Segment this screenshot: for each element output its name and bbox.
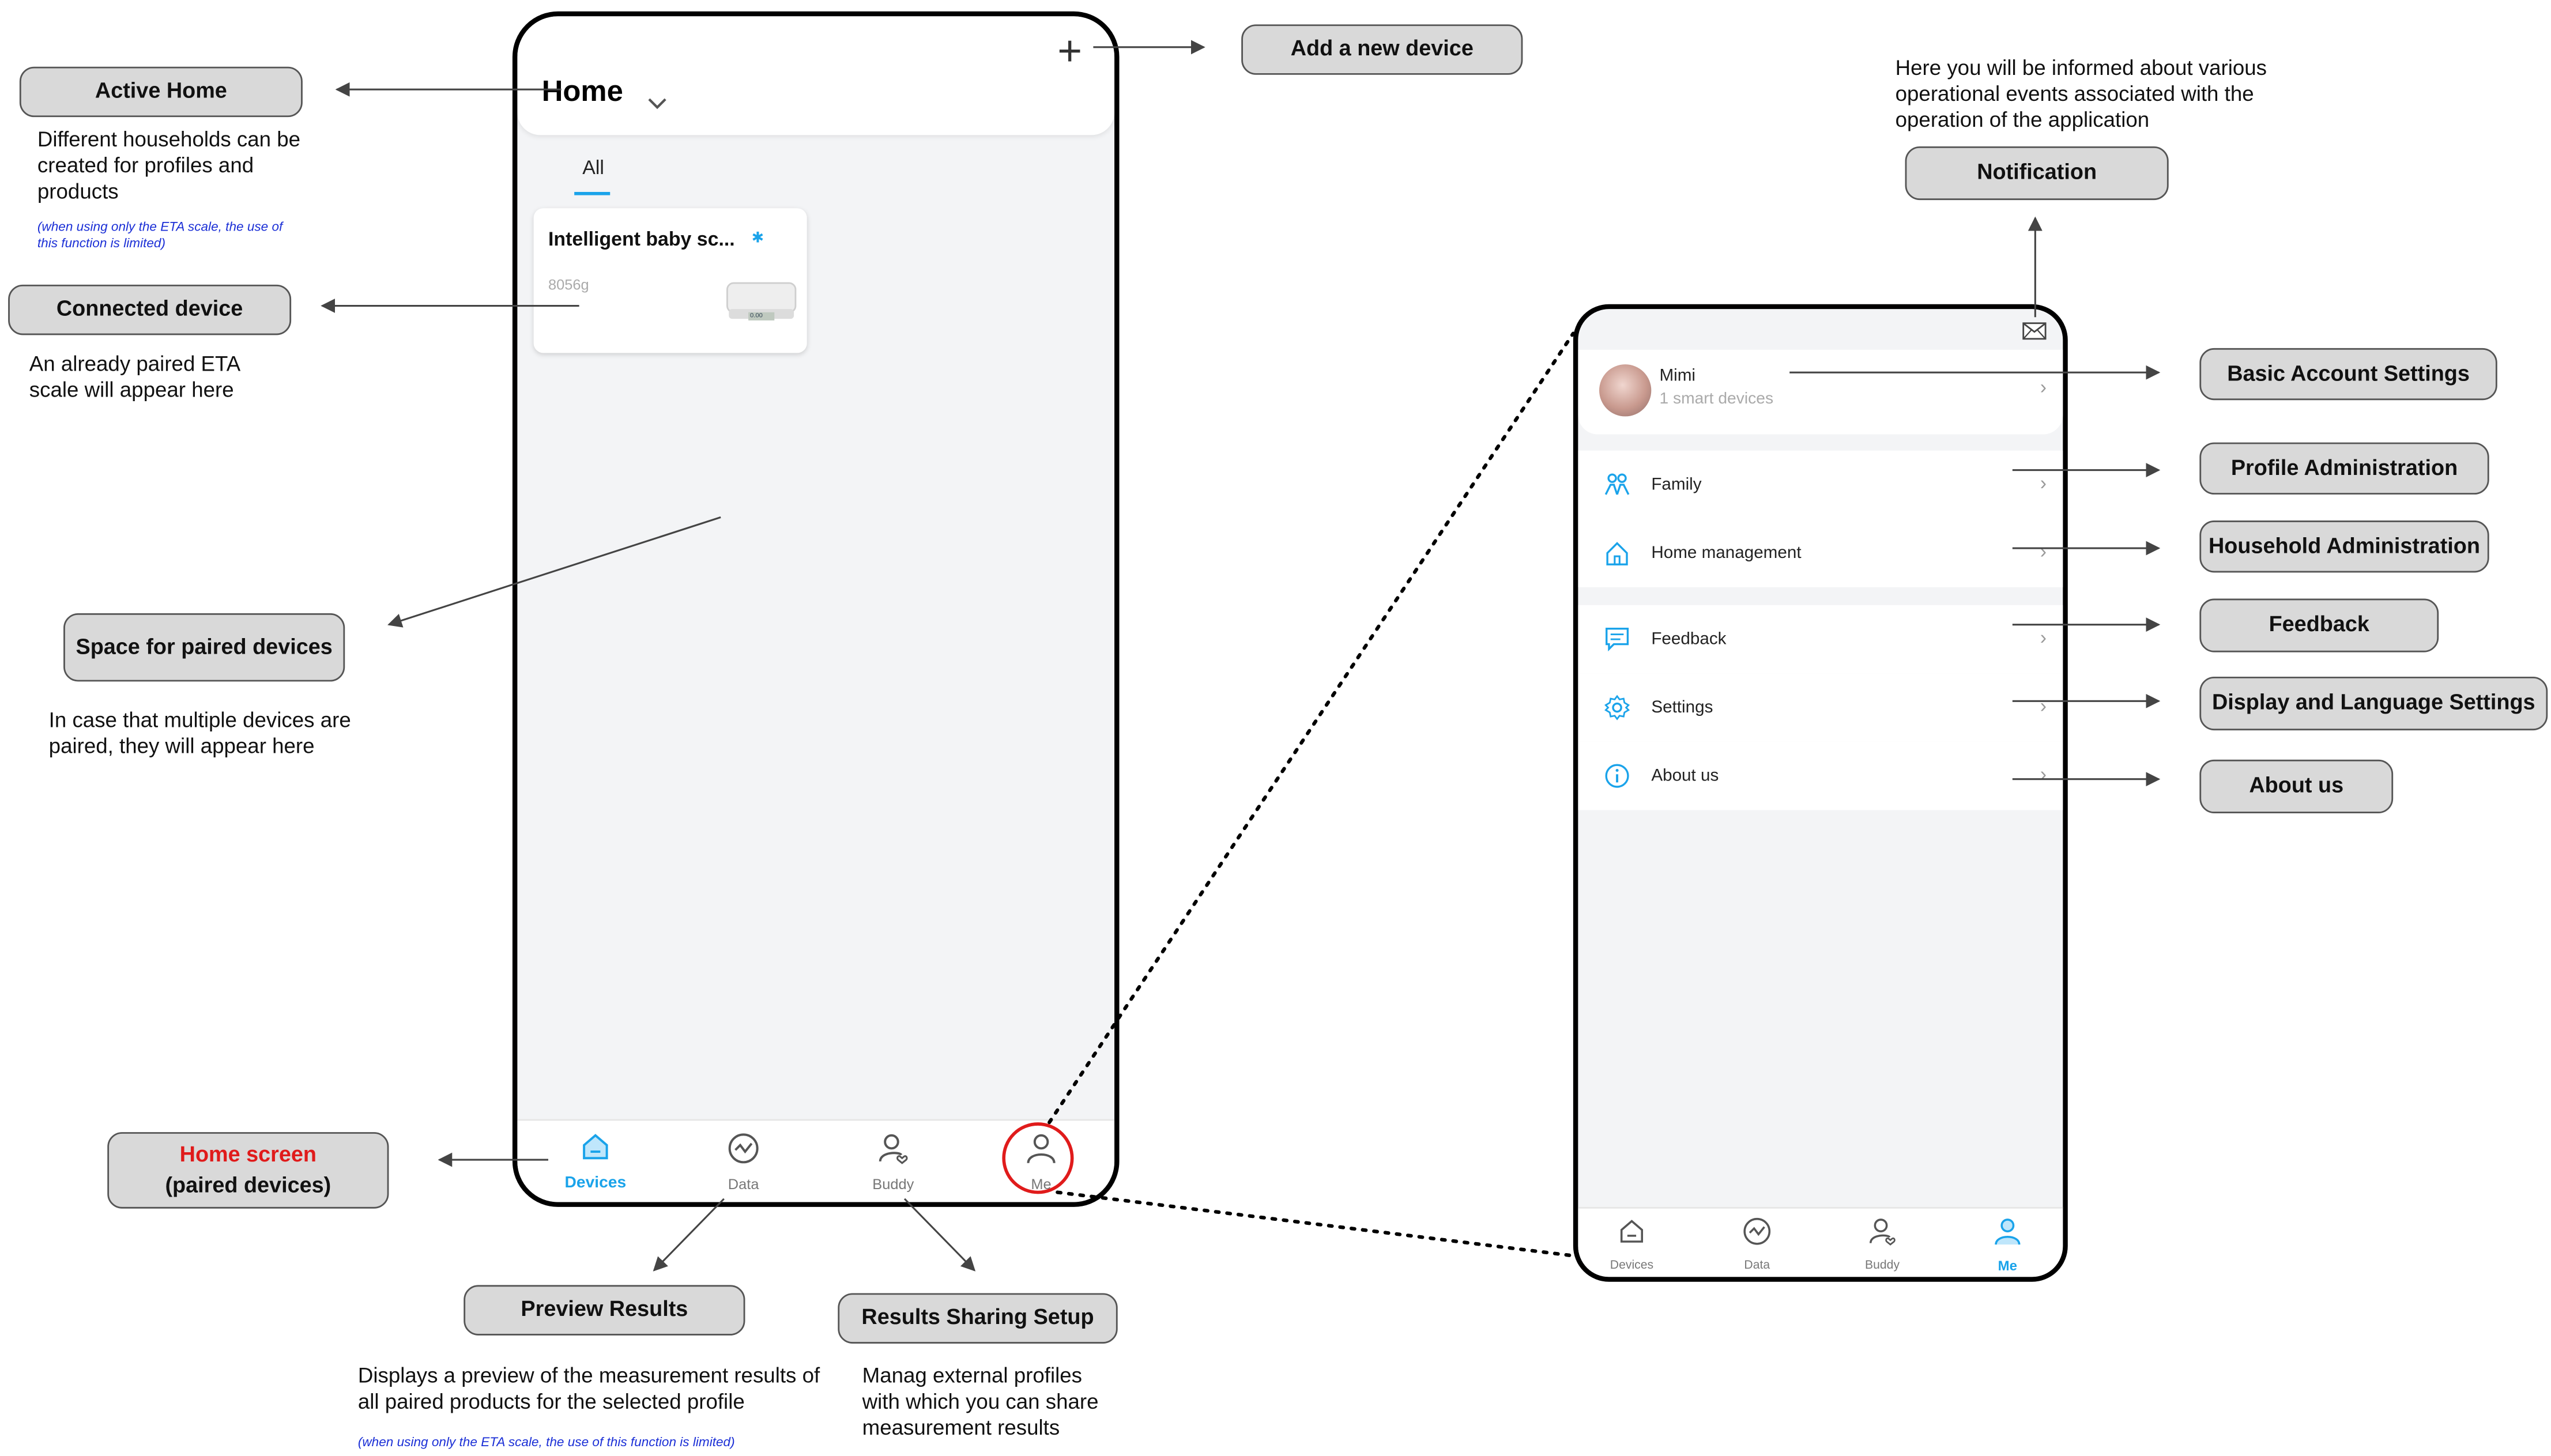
callout-about-us: About us [2199, 759, 2394, 813]
preview-results-note: (when using only the ETA scale, the use … [357, 1435, 735, 1450]
callout-household-administration: Household Administration [2199, 520, 2489, 573]
home-screen-title: Home screen [179, 1142, 317, 1167]
diagram-canvas: + Home All Intelligent baby sc... ✱ 8056… [0, 0, 2551, 1456]
callout-results-sharing-setup: Results Sharing Setup [838, 1293, 1118, 1344]
callout-basic-account-settings: Basic Account Settings [2199, 348, 2497, 401]
preview-results-description: Displays a preview of the measurement re… [357, 1363, 820, 1414]
sharing-setup-description: Manag external profiles with which you c… [862, 1363, 1099, 1440]
callout-feedback: Feedback [2199, 598, 2439, 652]
callout-add-device: Add a new device [1241, 24, 1523, 75]
callout-notification: Notification [1905, 146, 2169, 201]
callout-display-language-settings: Display and Language Settings [2199, 676, 2548, 731]
connected-device-description: An already paired ETA scale will appear … [29, 351, 240, 402]
callout-profile-administration: Profile Administration [2199, 442, 2489, 495]
callout-space-paired-devices: Space for paired devices [63, 613, 345, 682]
callout-active-home: Active Home [19, 66, 303, 118]
connector-lines [321, 40, 2161, 1272]
callout-home-screen: Home screen (paired devices) [107, 1132, 389, 1209]
space-paired-description: In case that multiple devices are paired… [48, 707, 351, 759]
home-screen-subtitle: (paired devices) [165, 1172, 331, 1197]
callout-preview-results: Preview Results [464, 1285, 745, 1336]
callout-connected-device: Connected device [8, 284, 292, 335]
active-home-description: Different households can be created for … [37, 127, 301, 203]
active-home-note: (when using only the ETA scale, the use … [37, 219, 283, 251]
notification-description: Here you will be informed about various … [1895, 55, 2267, 132]
